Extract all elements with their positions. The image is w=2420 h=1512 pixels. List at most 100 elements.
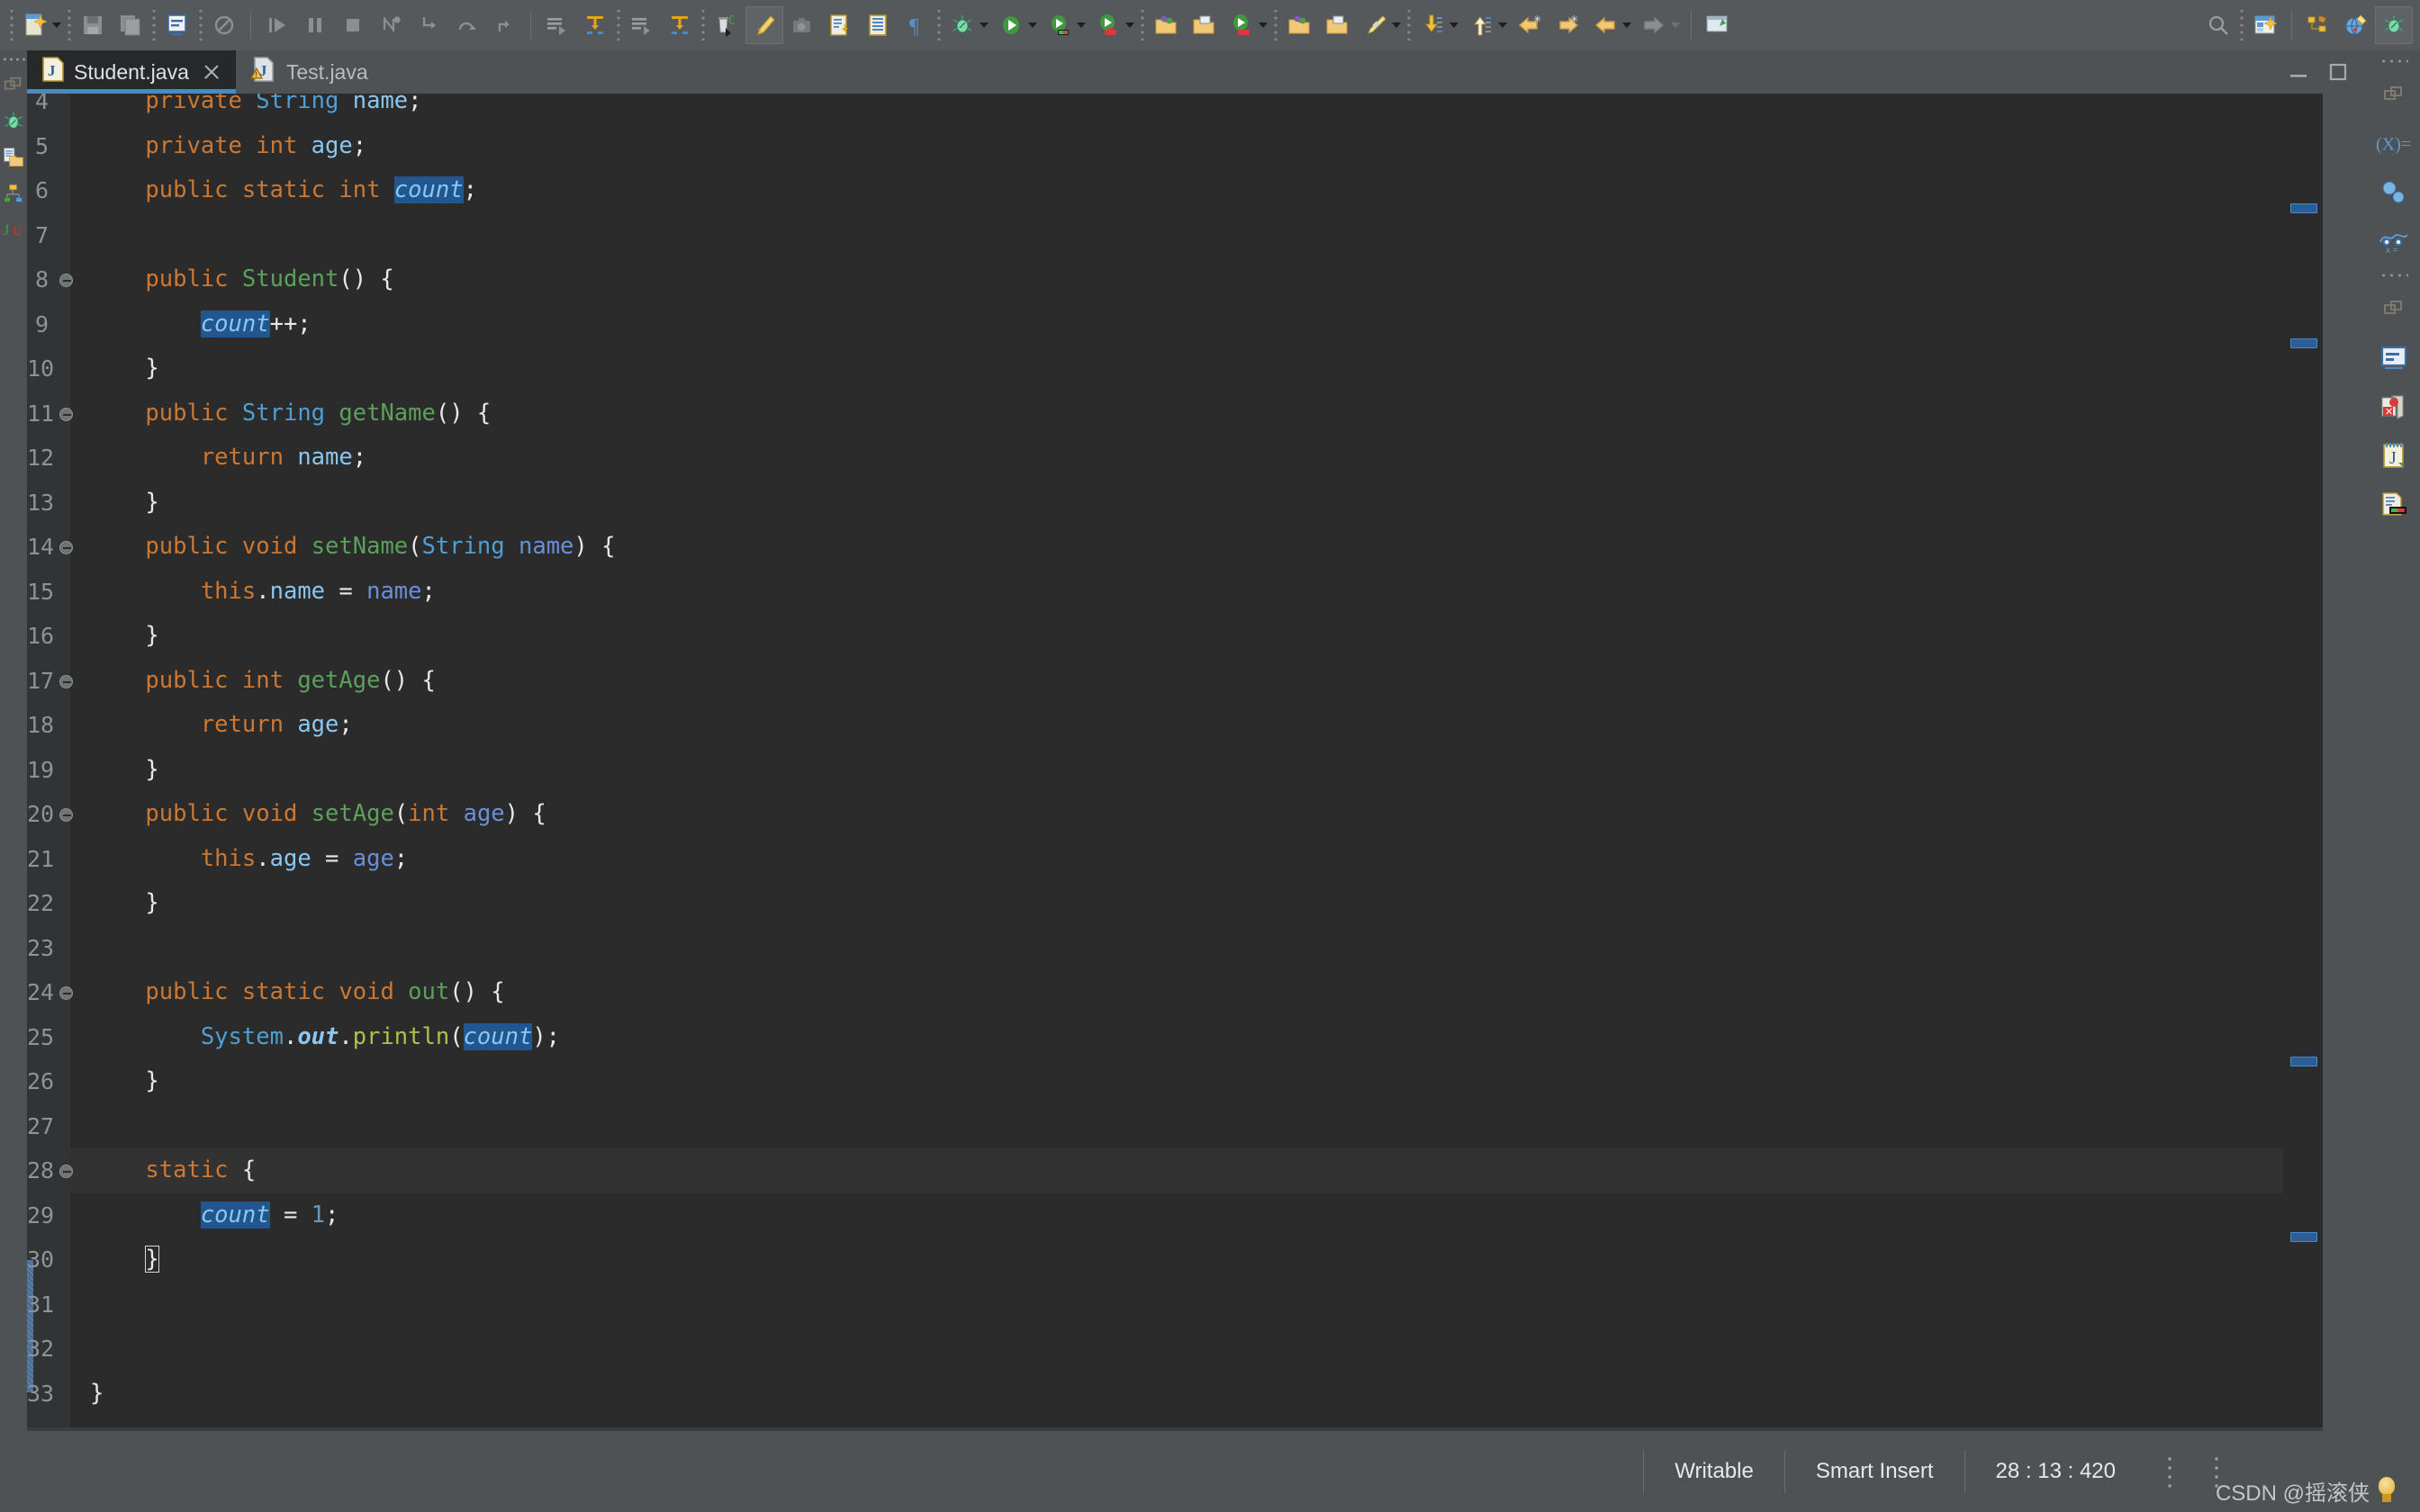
navigate-back-icon[interactable]	[1586, 6, 1624, 44]
window-layout-icon[interactable]	[2376, 77, 2412, 113]
navigate-forward-icon[interactable]	[1635, 6, 1673, 44]
code-line[interactable]: 7	[35, 213, 2323, 258]
fold-collapse-icon[interactable]	[59, 407, 73, 421]
code-line[interactable]: 23	[27, 926, 2323, 971]
code-line[interactable]: 29 count = 1;	[27, 1193, 2323, 1238]
tab-test-java[interactable]: J! Test.java	[236, 50, 383, 94]
chart-xy-icon[interactable]: x =	[2376, 223, 2412, 259]
occurrence-marker[interactable]	[2290, 338, 2317, 348]
code-text-area[interactable]: 4 private String name; 5 private int age;…	[27, 94, 2323, 1431]
maven-icon[interactable]: ✕	[2376, 389, 2412, 425]
step-into-icon[interactable]	[410, 6, 447, 44]
search-icon[interactable]	[2199, 6, 2237, 44]
code-line[interactable]: 5 private int age;	[35, 124, 2323, 169]
code-line[interactable]: 17 public int getAge() {	[27, 659, 2323, 704]
debug-bug-icon[interactable]	[944, 6, 981, 44]
code-line[interactable]: 18 return age;	[27, 703, 2323, 748]
minimize-icon[interactable]	[2287, 60, 2310, 84]
fold-collapse-icon[interactable]	[59, 674, 73, 688]
right-strip-drag-handle[interactable]	[2379, 58, 2408, 65]
code-line[interactable]: 31	[27, 1282, 2323, 1328]
step-out-icon[interactable]	[447, 6, 485, 44]
web-browser-icon[interactable]	[2337, 6, 2375, 44]
trash-c-icon[interactable]: C	[708, 6, 745, 44]
debug-bug-icon[interactable]	[2, 108, 25, 135]
window-layout-2-icon[interactable]	[2376, 292, 2412, 328]
open-project-2-icon[interactable]	[1280, 6, 1318, 44]
code-line[interactable]: 22 }	[27, 881, 2323, 926]
code-line[interactable]: 10 }	[27, 346, 2323, 392]
code-line[interactable]: 11 public String getName() {	[27, 392, 2323, 436]
fold-collapse-icon[interactable]	[59, 1165, 73, 1178]
run-toolkit-icon[interactable]	[1223, 6, 1260, 44]
stop-icon[interactable]	[334, 6, 372, 44]
toolbar-drag-handle-5[interactable]	[614, 10, 623, 40]
toolbar-drag-handle-2[interactable]	[65, 10, 74, 40]
back-history-icon[interactable]: ✳	[1511, 6, 1549, 44]
code-line[interactable]: 20 public void setAge(int age) {	[27, 792, 2323, 837]
toolbar-drag-handle-4[interactable]	[196, 10, 205, 40]
occurrence-marker[interactable]	[2290, 1232, 2317, 1242]
open-settings-icon[interactable]	[158, 6, 196, 44]
toolbar-drag-handle-7[interactable]	[935, 10, 944, 40]
occurrence-marker[interactable]	[2290, 1057, 2317, 1066]
code-line[interactable]: 30 }	[27, 1238, 2323, 1282]
brush-icon[interactable]	[745, 6, 783, 44]
breakpoints-icon[interactable]	[372, 6, 410, 44]
toolbar-drag-handle-8[interactable]	[1138, 10, 1147, 40]
fold-collapse-icon[interactable]	[59, 808, 73, 822]
toolbar-drag-handle[interactable]	[7, 10, 16, 40]
code-line[interactable]: 9 count++;	[35, 302, 2323, 347]
status-bar-options-icon[interactable]	[2164, 1454, 2175, 1489]
editor-window-icon[interactable]	[1699, 6, 1737, 44]
pause-icon[interactable]	[296, 6, 334, 44]
update-project-icon[interactable]	[1413, 6, 1451, 44]
code-line[interactable]: 21 this.age = age;	[27, 837, 2323, 882]
left-strip-drag-handle[interactable]	[2, 56, 25, 63]
run-coverage-icon[interactable]	[1041, 6, 1079, 44]
right-strip-drag-handle-2[interactable]	[2379, 272, 2408, 279]
project-structure-icon[interactable]	[2246, 6, 2284, 44]
fold-collapse-icon[interactable]	[59, 986, 73, 1000]
coverage-report-icon[interactable]	[2376, 486, 2412, 522]
module-settings-icon[interactable]	[2299, 6, 2337, 44]
occurrence-marker-gutter[interactable]	[2283, 94, 2323, 1431]
toolbar-drag-handle-11[interactable]	[2237, 10, 2246, 40]
run-profile-icon[interactable]	[1089, 6, 1127, 44]
no-entry-icon[interactable]	[205, 6, 243, 44]
run-icon[interactable]	[992, 6, 1030, 44]
junit-icon[interactable]: JU	[2, 216, 25, 243]
structure-icon[interactable]	[2, 180, 25, 207]
database-console-icon[interactable]	[2376, 340, 2412, 376]
insert-mode-status[interactable]: Smart Insert	[1783, 1450, 1964, 1493]
caret-position-status[interactable]: 28 : 13 : 420	[1964, 1450, 2146, 1493]
highlighter-icon[interactable]	[1356, 6, 1394, 44]
occurrence-marker[interactable]	[2290, 203, 2317, 213]
code-line[interactable]: 27	[27, 1104, 2323, 1149]
writable-status[interactable]: Writable	[1643, 1450, 1784, 1493]
deploy-icon[interactable]	[576, 6, 614, 44]
code-line[interactable]: 19 }	[27, 748, 2323, 793]
save-all-icon[interactable]	[74, 6, 112, 44]
javadoc-icon[interactable]: J	[2376, 437, 2412, 473]
fold-collapse-icon[interactable]	[59, 541, 73, 554]
compile-icon[interactable]	[538, 6, 576, 44]
open-project-icon[interactable]	[1147, 6, 1185, 44]
toolbar-drag-handle-6[interactable]	[699, 10, 708, 40]
fold-collapse-icon[interactable]	[59, 274, 73, 287]
file-folder-icon[interactable]	[2, 144, 25, 171]
force-step-icon[interactable]	[485, 6, 523, 44]
window-layout-icon[interactable]	[2, 72, 25, 99]
open-folder-icon[interactable]	[1185, 6, 1223, 44]
code-editor[interactable]: 4 private String name; 5 private int age;…	[27, 94, 2323, 1431]
copy-doc-icon[interactable]	[821, 6, 859, 44]
step-over-icon[interactable]	[258, 6, 296, 44]
toolbar-drag-handle-10[interactable]	[1404, 10, 1413, 40]
code-line[interactable]: 16 }	[27, 614, 2323, 659]
close-icon[interactable]	[202, 62, 221, 82]
variables-icon[interactable]: (X)=	[2376, 126, 2412, 162]
code-line[interactable]: 28 static {	[27, 1148, 2323, 1193]
commit-icon[interactable]	[1462, 6, 1500, 44]
toolbar-drag-handle-3[interactable]	[149, 10, 158, 40]
toolbar-drag-handle-9[interactable]	[1271, 10, 1280, 40]
